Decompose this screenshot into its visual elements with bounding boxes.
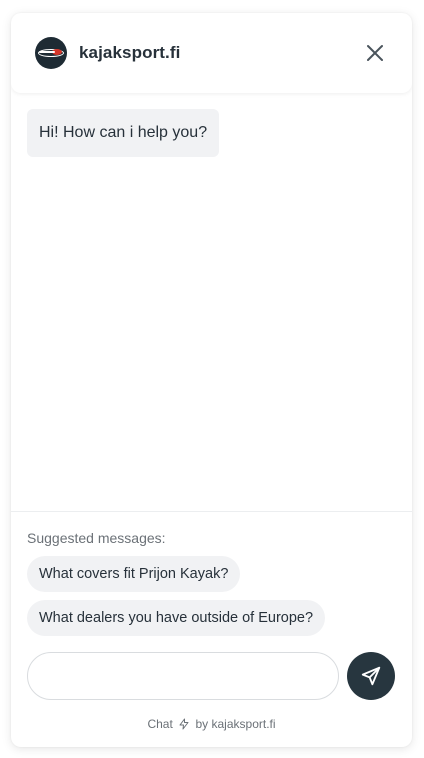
close-icon [367, 45, 383, 61]
kajaksport-logo-icon [35, 37, 67, 69]
chat-widget: kajaksport.fi Hi! How can i help you? Su… [11, 13, 412, 747]
chat-title: kajaksport.fi [79, 43, 181, 62]
footer-prefix: Chat [147, 716, 173, 731]
divider [11, 511, 412, 512]
bot-message: Hi! How can i help you? [27, 109, 220, 157]
footer-brand[interactable]: by kajaksport.fi [196, 717, 276, 731]
chat-header: kajaksport.fi [11, 13, 412, 93]
footer: Chat by kajaksport.fi [11, 716, 412, 731]
message-input[interactable] [27, 652, 339, 700]
suggested-message-chip[interactable]: What covers fit Prijon Kayak? [27, 556, 241, 592]
close-button[interactable] [361, 39, 389, 67]
logo-mark [39, 51, 55, 53]
send-button[interactable] [347, 652, 395, 700]
bolt-icon [179, 718, 189, 730]
suggested-messages-label: Suggested messages: [27, 530, 166, 546]
send-icon [361, 666, 381, 686]
message-list[interactable]: Hi! How can i help you? [11, 93, 412, 511]
suggested-message-chip[interactable]: What dealers you have outside of Europe? [27, 600, 326, 636]
